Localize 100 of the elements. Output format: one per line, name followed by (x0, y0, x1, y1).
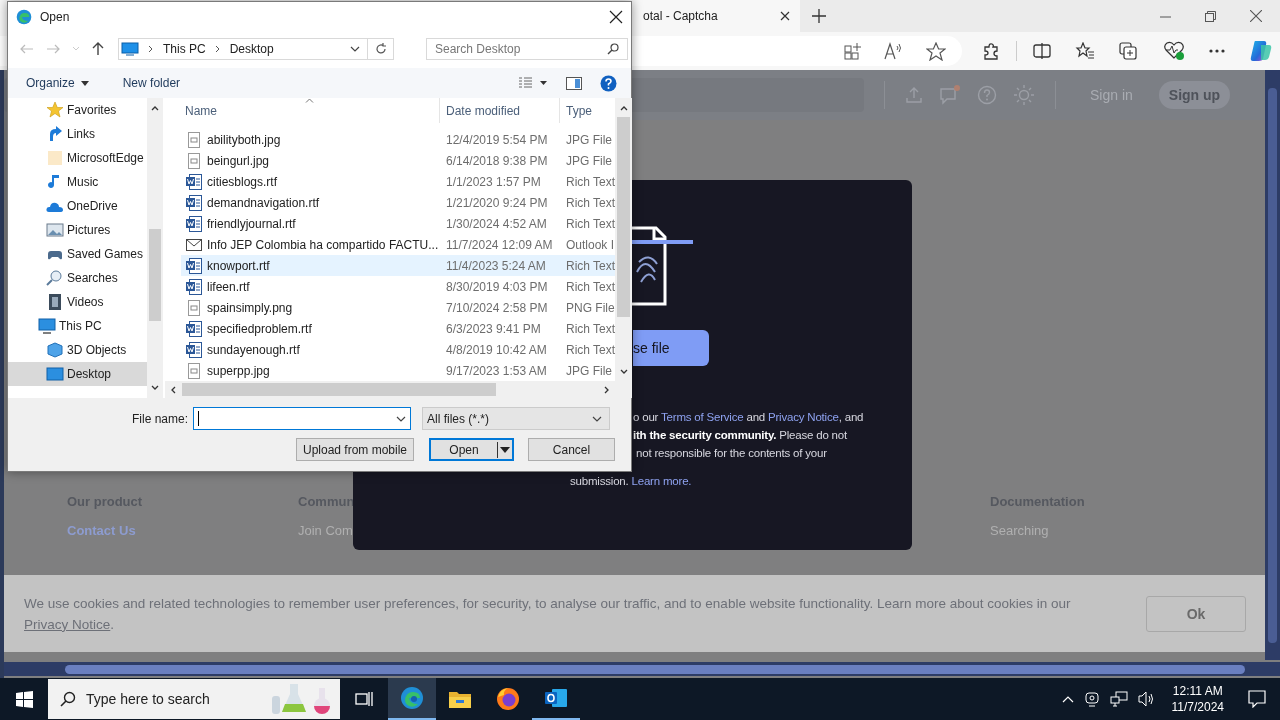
open-button[interactable]: Open (429, 438, 514, 461)
favorites-icon[interactable] (1075, 42, 1095, 60)
column-header[interactable]: Name (165, 98, 440, 123)
nav-item[interactable]: Desktop (8, 362, 147, 386)
choose-file-button[interactable]: se file (633, 330, 709, 366)
file-date: 12/4/2019 5:54 PM (445, 132, 549, 147)
scrollbar[interactable] (147, 98, 163, 398)
heart-pulse-icon[interactable] (1163, 41, 1185, 61)
plus-icon[interactable] (812, 9, 826, 23)
notification-icon[interactable] (1248, 690, 1266, 708)
file-name-field[interactable] (193, 407, 411, 430)
nav-item[interactable]: Favorites (8, 98, 147, 122)
desktop-icon (46, 366, 64, 382)
nav-item[interactable]: 3D Objects (8, 338, 147, 362)
terms-link[interactable]: Learn more. (631, 475, 692, 487)
pictures-icon (46, 222, 64, 238)
nav-item[interactable]: Links (8, 122, 147, 146)
column-header[interactable]: Type (560, 98, 592, 123)
more-icon[interactable] (1209, 49, 1225, 53)
collections-icon[interactable] (1119, 42, 1139, 60)
file-type-dropdown[interactable]: All files (*.*) (422, 407, 610, 430)
file-row[interactable]: spainsimply.png 7/10/2024 2:58 PM PNG File (181, 297, 616, 318)
windows-start-icon[interactable] (16, 690, 33, 708)
network-icon[interactable] (1109, 691, 1128, 707)
file-name: citiesblogs.rtf (207, 174, 278, 189)
address-field[interactable]: This PC Desktop (118, 38, 394, 60)
chevron-down-icon[interactable] (151, 385, 159, 390)
close-icon[interactable] (780, 11, 790, 21)
volume-icon[interactable] (1137, 691, 1156, 707)
search-icon (607, 43, 619, 55)
file-row[interactable]: abilityboth.jpg 12/4/2019 5:54 PM JPG File (181, 129, 616, 150)
nav-item[interactable]: Videos (8, 290, 147, 314)
file-row[interactable]: Info JEP Colombia ha compartido FACTU... 11/7/2024 12:09 AM Outlook I (181, 234, 616, 255)
file-row[interactable]: friendlyjournal.rtf 1/30/2024 4:52 AM Rich Text (181, 213, 616, 234)
chevron-down-icon[interactable] (619, 369, 628, 374)
new-folder-button[interactable]: New folder (114, 76, 189, 90)
file-name: abilityboth.jpg (207, 132, 281, 147)
scrollbar-thumb[interactable] (1268, 88, 1277, 643)
monitor-icon (121, 42, 139, 56)
nav-item[interactable]: Pictures (8, 218, 147, 242)
scrollbar[interactable] (615, 98, 633, 398)
file-row[interactable]: demandnavigation.rtf 1/21/2020 9:24 PM Rich Text (181, 192, 616, 213)
terms-link[interactable]: Terms of Service (661, 411, 744, 423)
image-file-icon (186, 362, 202, 379)
chevron-left-icon[interactable] (171, 385, 176, 394)
scrollbar-thumb[interactable] (149, 229, 161, 321)
cancel-button[interactable]: Cancel (528, 438, 615, 461)
file-row[interactable]: sundayenough.rtf 4/8/2019 10:42 AM Rich Text (181, 339, 616, 360)
close-icon[interactable] (609, 10, 623, 24)
restore-icon[interactable] (1205, 10, 1216, 22)
terms-link[interactable]: Privacy Notice (768, 411, 839, 423)
scrollbar-thumb[interactable] (65, 664, 1245, 674)
copilot-icon[interactable] (1249, 39, 1273, 63)
file-row[interactable]: beingurl.jpg 6/14/2018 9:38 PM JPG File (181, 150, 616, 171)
chevron-right-icon[interactable] (148, 45, 154, 53)
nav-item[interactable]: Music (8, 170, 147, 194)
taskbar-search-field[interactable]: Type here to search (48, 679, 340, 719)
nav-item[interactable]: Saved Games (8, 242, 147, 266)
file-row[interactable]: superpp.jpg 9/17/2023 1:53 AM JPG File (181, 360, 616, 381)
view-list-icon[interactable] (518, 77, 548, 89)
help-icon[interactable] (600, 74, 617, 92)
star-icon[interactable] (926, 41, 946, 61)
clock[interactable]: 12:11 AM 11/7/2024 (1171, 683, 1224, 715)
breadcrumb-item[interactable]: This PC (163, 42, 206, 56)
nav-item[interactable]: Searches (8, 266, 147, 290)
horizontal-scrollbar[interactable] (4, 662, 1280, 676)
app-add-icon[interactable] (844, 42, 862, 60)
chevron-right-icon[interactable] (214, 45, 221, 53)
chevron-down-icon[interactable] (396, 415, 406, 422)
chevron-up-icon[interactable] (151, 106, 159, 111)
file-row[interactable]: lifeen.rtf 8/30/2019 4:03 PM Rich Text (181, 276, 616, 297)
file-row[interactable]: citiesblogs.rtf 1/1/2023 1:57 PM Rich Text (181, 171, 616, 192)
camera-icon[interactable] (1083, 691, 1100, 707)
vertical-scrollbar[interactable] (1265, 70, 1280, 660)
file-row[interactable]: specifiedproblem.rtf 6/3/2023 9:41 PM Rich Text (181, 318, 616, 339)
edge-taskbar-button[interactable] (388, 678, 436, 720)
split-screen-icon[interactable] (1033, 42, 1051, 60)
chevron-down-icon[interactable] (350, 46, 360, 52)
breadcrumb-item[interactable]: Desktop (229, 42, 274, 56)
scrollbar-thumb[interactable] (617, 117, 631, 317)
refresh-icon[interactable] (375, 43, 387, 55)
chevron-up-icon[interactable] (619, 106, 628, 111)
preview-pane-icon[interactable] (566, 76, 582, 90)
chevron-right-icon[interactable] (604, 385, 610, 394)
nav-item[interactable]: MicrosoftEdge (8, 146, 147, 170)
column-header[interactable]: Date modified (440, 98, 560, 123)
puzzle-icon[interactable] (982, 42, 1000, 60)
scrollbar-thumb[interactable] (182, 383, 496, 396)
file-date: 9/17/2023 1:53 AM (445, 363, 548, 378)
caret-icon[interactable] (497, 441, 512, 458)
read-aloud-icon[interactable] (884, 42, 904, 60)
upload-from-mobile-button[interactable]: Upload from mobile (296, 438, 414, 461)
nav-item[interactable]: OneDrive (8, 194, 147, 218)
organize-button[interactable]: Organize (18, 76, 97, 90)
horizontal-scrollbar[interactable] (165, 381, 616, 398)
nav-item[interactable]: This PC (8, 314, 147, 338)
file-row[interactable]: knowport.rtf 11/4/2023 5:24 AM Rich Text (181, 255, 616, 276)
search-field[interactable]: Search Desktop (426, 38, 628, 60)
star-icon (46, 102, 64, 118)
up-arrow-icon[interactable] (92, 42, 104, 56)
